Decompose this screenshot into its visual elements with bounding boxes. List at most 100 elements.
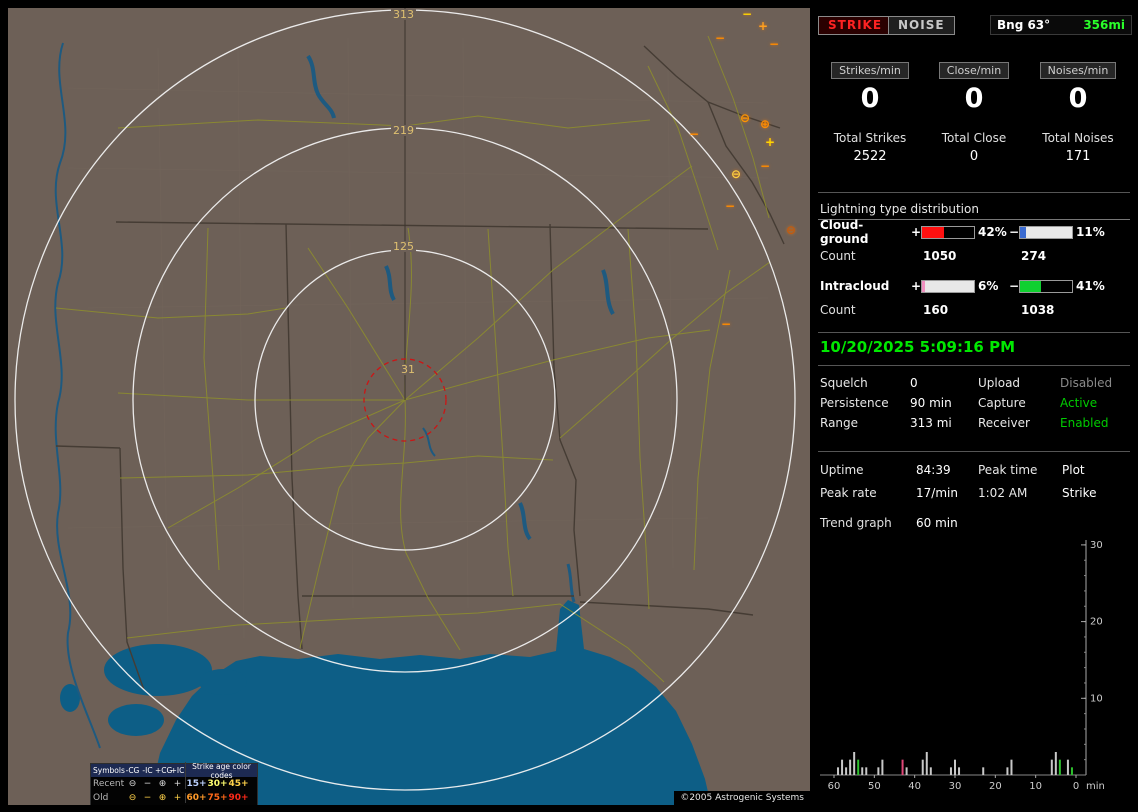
distribution-title: Lightning type distribution (820, 202, 979, 216)
datetime-display: 10/20/2025 5:09:16 PM (820, 338, 1015, 356)
svg-text:20: 20 (1090, 617, 1103, 628)
circle-minus-icon: ⊖ (128, 779, 137, 789)
plot-mode-value: Strike (1062, 486, 1097, 500)
status-row-persistence: Persistence 90 min Capture Active (820, 396, 1128, 410)
svg-text:50: 50 (868, 781, 881, 792)
noise-mode-button[interactable]: NOISE (888, 16, 955, 35)
svg-text:20: 20 (989, 781, 1002, 792)
plus-icon: + (173, 793, 182, 803)
legend-header: Symbols -CG -IC +CG +IC Strike age color… (91, 761, 257, 780)
total-noises-value: 171 (1065, 149, 1091, 164)
count-label: Count (820, 249, 856, 263)
copyright-label: ©2005 Astrogenic Systems (674, 791, 810, 805)
total-strikes-label: Total Strikes (833, 131, 907, 145)
divider (818, 332, 1130, 333)
age-15: 15+ (186, 779, 207, 789)
strike-map[interactable]: 313 219 125 31 − + − − ⊖ ⊕ − + − ⊖ − ⊖ − Symbols -CG… (8, 8, 810, 805)
cloud-ground-negative-count: 274 (1021, 249, 1047, 263)
total-close-value: 0 (969, 149, 979, 164)
noises-per-min-button[interactable]: Noises/min (1039, 62, 1117, 79)
legend-col-neg-ic: -IC (142, 766, 153, 775)
strike-marker: + (764, 135, 776, 149)
divider (818, 192, 1130, 193)
squelch-value: 0 (910, 376, 918, 390)
uptime-value: 84:39 (916, 463, 951, 477)
svg-text:10: 10 (1090, 693, 1103, 704)
cloud-ground-label: Cloud-ground (820, 218, 869, 246)
strike-marker: + (757, 19, 769, 33)
legend-row-old: Old ⊖ − ⊕ + 60+ 75+ 90+ (91, 791, 257, 805)
intracloud-negative-pct: 41% (1076, 279, 1105, 293)
range-value: 313 mi (910, 416, 952, 430)
receiver-label: Receiver (978, 416, 1030, 430)
strike-marker: − (688, 127, 700, 141)
legend-col-pos-ic: +IC (170, 766, 185, 775)
strike-marker: − (741, 8, 753, 21)
svg-text:30: 30 (1090, 540, 1103, 551)
svg-text:10: 10 (1029, 781, 1042, 792)
intracloud-negative-bar (1019, 279, 1073, 293)
strike-marker: ⊖ (739, 111, 751, 125)
strike-marker: ⊖ (785, 223, 797, 237)
plus-sign: + (911, 279, 922, 293)
cloud-ground-positive-count: 1050 (923, 249, 957, 263)
total-close-label: Total Close (941, 131, 1007, 145)
svg-text:0: 0 (1073, 781, 1079, 792)
trend-graph-row: Trend graph 60 min (820, 516, 958, 530)
peak-rate-value: 17/min (916, 486, 958, 500)
close-per-min-button[interactable]: Close/min (938, 62, 1010, 79)
totals-labels-row: Total Strikes Total Close Total Noises (818, 131, 1130, 145)
bearing-readout: Bng 63° 356mi (990, 15, 1132, 35)
intracloud-positive-count: 160 (923, 303, 949, 317)
totals-values-row: 2522 0 171 (818, 149, 1130, 164)
circle-plus-icon: ⊕ (158, 793, 167, 803)
cloud-ground-negative-pct: 11% (1076, 225, 1105, 239)
stats-row-uptime: Uptime 84:39 Peak time Plot (820, 463, 1128, 477)
intracloud-negative-count: 1038 (1021, 303, 1055, 317)
strike-marker: ⊖ (730, 167, 742, 181)
divider (818, 365, 1130, 366)
strike-marker: − (714, 31, 726, 45)
intracloud-row: Intracloud + 6% − 41% (820, 279, 1107, 293)
legend-old-label: Old (93, 793, 109, 803)
persistence-label: Persistence (820, 396, 889, 410)
peak-rate-label: Peak rate (820, 486, 877, 500)
rate-values-row: 0 0 0 (818, 84, 1130, 114)
trend-graph-period: 60 min (916, 516, 958, 530)
legend-symbols-header: Symbols (93, 766, 125, 775)
bearing-value: Bng 63° (997, 18, 1051, 32)
age-30: 30+ (207, 779, 228, 789)
close-per-min-value: 0 (964, 83, 984, 114)
strikes-per-min-value: 0 (860, 83, 880, 114)
total-noises-label: Total Noises (1042, 131, 1114, 145)
nexstorm-window: { "map": { "rings": { "labels": ["313", … (0, 0, 1138, 812)
strike-marker: ⊕ (759, 117, 771, 131)
age-90: 90+ (228, 793, 249, 803)
cloud-ground-positive-pct: 42% (978, 225, 1007, 239)
strikes-per-min-button[interactable]: Strikes/min (831, 62, 909, 79)
intracloud-positive-bar (921, 279, 975, 293)
status-row-range: Range 313 mi Receiver Enabled (820, 416, 1128, 430)
strike-marker: − (759, 159, 771, 173)
minus-icon: − (143, 793, 152, 803)
strike-mode-button[interactable]: STRIKE (818, 16, 893, 35)
legend-row-recent: Recent ⊖ − ⊕ + 15+ 30+ 45+ (91, 777, 257, 791)
cloud-ground-negative-bar (1019, 225, 1073, 239)
plot-label: Plot (1062, 463, 1085, 477)
status-panel: STRIKE NOISE Bng 63° 356mi Strikes/min C… (818, 8, 1132, 805)
cloud-ground-row: Cloud-ground + 42% − 11% (820, 218, 1107, 246)
uptime-label: Uptime (820, 463, 864, 477)
count-label: Count (820, 303, 856, 317)
divider (818, 451, 1130, 452)
svg-text:30: 30 (949, 781, 962, 792)
capture-label: Capture (978, 396, 1026, 410)
map-legend: Symbols -CG -IC +CG +IC Strike age color… (90, 761, 258, 805)
status-row-squelch: Squelch 0 Upload Disabled (820, 376, 1128, 390)
minus-sign: − (1009, 279, 1020, 293)
capture-status: Active (1060, 396, 1098, 410)
age-75: 75+ (207, 793, 228, 803)
total-strikes-value: 2522 (853, 149, 887, 164)
minus-icon: − (143, 779, 152, 789)
stats-row-peak: Peak rate 17/min 1:02 AM Strike (820, 486, 1128, 500)
cloud-ground-count-row: Count 1050 274 (820, 249, 1046, 263)
